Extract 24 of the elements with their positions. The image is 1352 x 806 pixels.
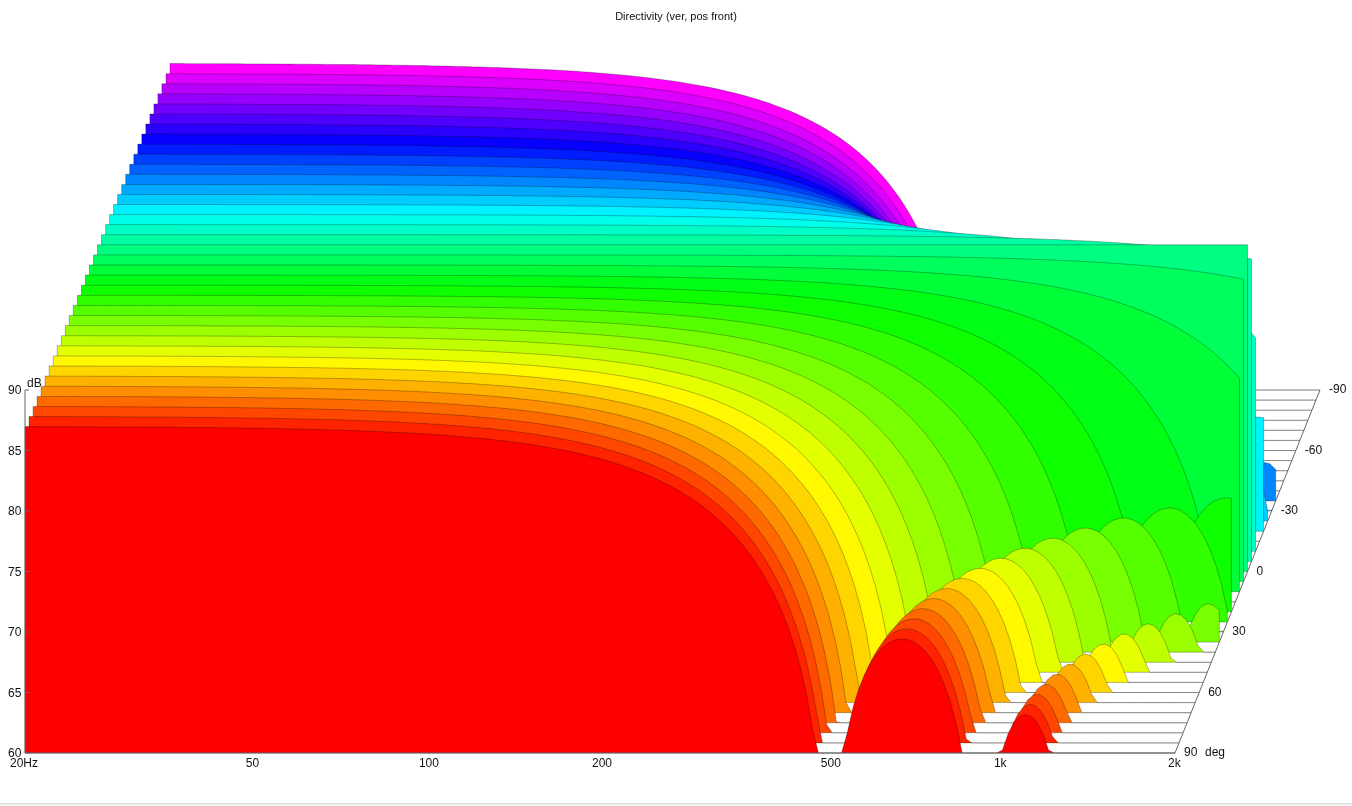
axis-tick-label: -30	[1280, 504, 1298, 516]
axis-tick-label: 60	[1208, 685, 1222, 698]
axis-unit-label: dB	[27, 377, 42, 389]
axis-tick-label: 75	[8, 565, 22, 578]
axis-tick-label: 200	[592, 757, 613, 769]
axis-tick-label: 2k	[1168, 757, 1181, 769]
axis-tick-label: 85	[8, 444, 22, 457]
axis-tick-label: 80	[8, 505, 22, 517]
axis-tick-label: 50	[245, 757, 260, 769]
axis-tick-label: 60	[8, 747, 22, 759]
axis-tick-label: 65	[8, 686, 22, 699]
axis-tick-label: 70	[8, 626, 22, 638]
axis-tick-label: 90	[1184, 746, 1198, 758]
axis-tick-label: 500	[820, 757, 841, 769]
axis-tick-label: 1k	[993, 757, 1007, 769]
axis-tick-label: 20Hz	[10, 757, 38, 769]
axis-tick-label: 90	[8, 384, 22, 396]
axis-tick-label: -90	[1329, 383, 1347, 395]
chart-title: Directivity (ver, pos front)	[614, 9, 738, 24]
axis-tick-label: 100	[418, 757, 439, 769]
axis-tick-label: -60	[1304, 443, 1323, 456]
axis-tick-label: 30	[1232, 625, 1246, 637]
axis-tick-label: 0	[1256, 564, 1264, 577]
axis-unit-label: deg	[1205, 746, 1226, 758]
